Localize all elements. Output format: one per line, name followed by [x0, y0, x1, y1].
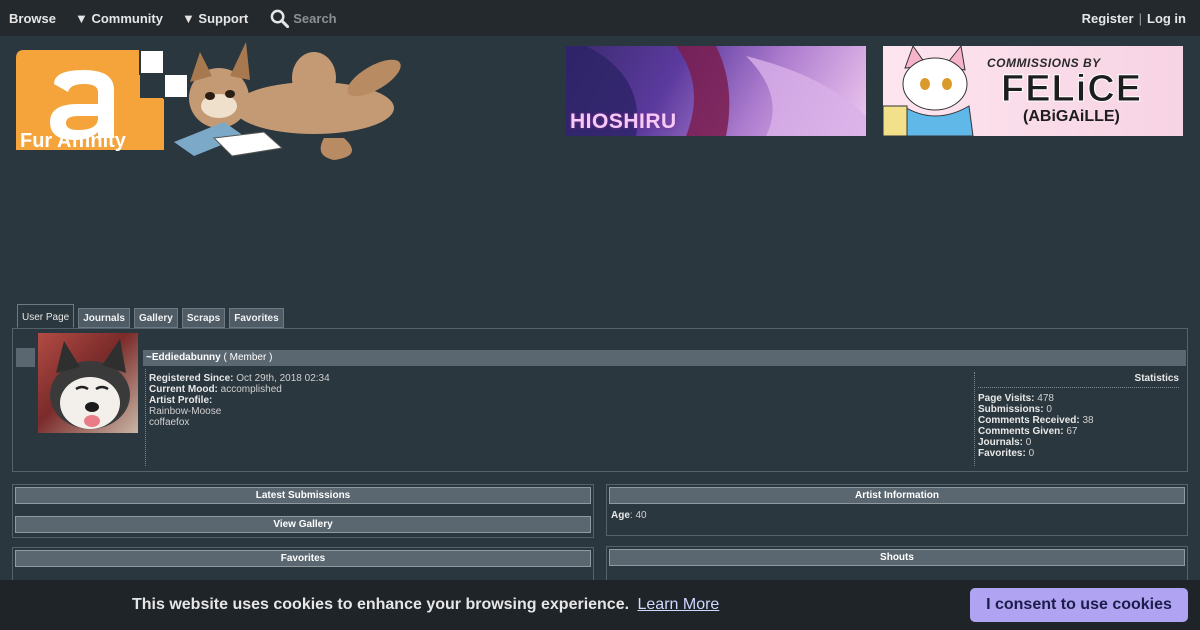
- banner-title: HIOSHIRU: [570, 110, 677, 133]
- age-row: Age: 40: [611, 510, 647, 521]
- artist-information-header: Artist Information: [609, 487, 1185, 504]
- nav-community[interactable]: ▼ Community: [75, 11, 163, 26]
- cookie-message-wrap: This website uses cookies to enhance you…: [132, 596, 719, 614]
- tab-journals[interactable]: Journals: [78, 308, 130, 328]
- avatar[interactable]: [38, 333, 138, 433]
- stat-row: Comments Received: 38: [978, 415, 1179, 426]
- stat-label: Submissions:: [978, 404, 1044, 415]
- artist-information-panel: Artist Information Age: 40: [606, 484, 1188, 536]
- stat-row: Favorites: 0: [978, 448, 1179, 459]
- stat-label: Journals:: [978, 437, 1024, 448]
- consent-button[interactable]: I consent to use cookies: [970, 588, 1188, 622]
- search-box[interactable]: [270, 9, 494, 28]
- stat-label: Page Visits:: [978, 393, 1035, 404]
- mood-row: Current Mood: accomplished: [149, 384, 971, 395]
- username-bar: ~Eddiedabunny ( Member ): [143, 350, 1186, 366]
- search-icon[interactable]: [270, 9, 290, 28]
- stat-label: Comments Given:: [978, 426, 1064, 437]
- learn-more-link[interactable]: Learn More: [638, 596, 720, 613]
- banner-line-2: FELiCE: [1000, 68, 1143, 111]
- stat-label: Comments Received:: [978, 415, 1080, 426]
- cookie-message: This website uses cookies to enhance you…: [132, 596, 630, 613]
- artist-profile-label: Artist Profile:: [149, 395, 213, 406]
- cookie-consent-bar: This website uses cookies to enhance you…: [0, 580, 1200, 630]
- stat-value: 67: [1066, 426, 1078, 437]
- banner-ad-felice[interactable]: COMMISSIONS BY FELiCE (ABiGAiLLE): [883, 46, 1183, 136]
- profile-details: Registered Since: Oct 29th, 2018 02:34 C…: [145, 369, 974, 466]
- stat-row: Journals: 0: [978, 437, 1179, 448]
- fur-affinity-logo-icon: Fur Affinity: [16, 42, 401, 160]
- stat-value: 38: [1082, 415, 1094, 426]
- registered-row: Registered Since: Oct 29th, 2018 02:34: [149, 373, 971, 384]
- top-navigation: Browse ▼ Community ▼ Support Register | …: [0, 0, 1200, 36]
- stat-value: 478: [1037, 393, 1054, 404]
- nav-support[interactable]: ▼ Support: [182, 11, 248, 26]
- mood-value: accomplished: [220, 384, 282, 395]
- stat-value: 0: [1025, 437, 1032, 448]
- stat-value: 0: [1028, 448, 1035, 459]
- profile-panel: ~Eddiedabunny ( Member ) Registered Sinc…: [12, 328, 1188, 472]
- registered-label: Registered Since:: [149, 373, 234, 384]
- stat-row: Submissions: 0: [978, 404, 1179, 415]
- character-icon: [883, 46, 974, 136]
- side-marker: [16, 348, 35, 367]
- artist-profile-line-1: Rainbow-Moose: [149, 406, 222, 417]
- stat-row: Comments Given: 67: [978, 426, 1179, 437]
- shouts-header: Shouts: [609, 549, 1185, 566]
- user-role: ( Member ): [223, 352, 273, 363]
- stat-row: Page Visits: 478: [978, 393, 1179, 404]
- nav-browse[interactable]: Browse: [9, 11, 56, 26]
- tab-user-page[interactable]: User Page: [17, 304, 75, 328]
- svg-text:Fur Affinity: Fur Affinity: [20, 130, 127, 152]
- latest-submissions-panel: Latest Submissions View Gallery: [12, 484, 594, 538]
- site-logo[interactable]: Fur Affinity: [14, 38, 424, 163]
- age-value: 40: [635, 510, 647, 521]
- tab-scraps[interactable]: Scraps: [181, 308, 226, 328]
- husky-avatar-icon: [50, 339, 130, 429]
- age-label: Age: [611, 510, 630, 521]
- statistics-panel: Statistics Page Visits: 478 Submissions:…: [974, 372, 1182, 466]
- mood-label: Current Mood:: [149, 384, 218, 395]
- artist-profile-line-2: coffaefox: [149, 417, 190, 428]
- profile-tabs: User Page Journals Gallery Scraps Favori…: [17, 304, 288, 328]
- favorites-header: Favorites: [15, 550, 591, 567]
- register-link[interactable]: Register: [1082, 11, 1134, 26]
- stat-label: Favorites:: [978, 448, 1026, 459]
- tab-gallery[interactable]: Gallery: [133, 308, 178, 328]
- view-gallery-button[interactable]: View Gallery: [15, 516, 591, 533]
- statistics-title: Statistics: [978, 372, 1179, 388]
- login-link[interactable]: Log in: [1147, 11, 1186, 26]
- nav-separator: |: [1138, 10, 1142, 26]
- tab-favorites[interactable]: Favorites: [229, 308, 284, 328]
- registered-value: Oct 29th, 2018 02:34: [236, 373, 330, 384]
- banner-ad-hioshiru[interactable]: HIOSHIRU: [566, 46, 866, 136]
- latest-submissions-header: Latest Submissions: [15, 487, 591, 504]
- stat-value: 0: [1046, 404, 1052, 415]
- search-input[interactable]: [293, 10, 494, 26]
- account-links: Register | Log in: [1082, 0, 1186, 36]
- banner-line-3: (ABiGAiLLE): [1023, 108, 1120, 125]
- username[interactable]: ~Eddiedabunny: [146, 352, 221, 363]
